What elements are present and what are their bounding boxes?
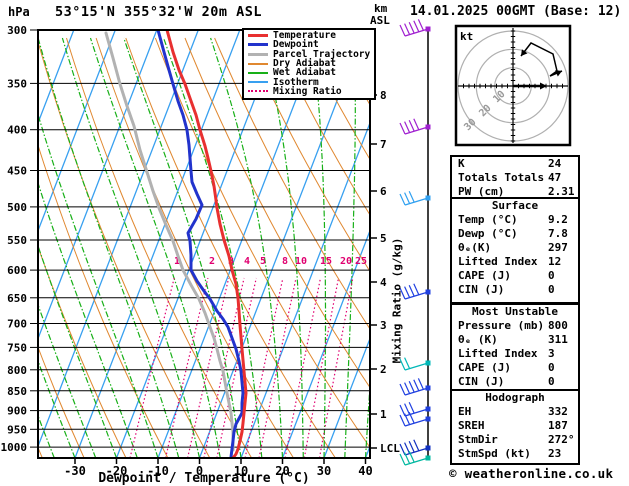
hodograph-table: Hodograph EH 332 SREH 187 StmDir 272° StmSp… <box>450 389 580 465</box>
indices-table: K 24 Totals Totals 47 PW (cm) 2.31 <box>450 155 580 201</box>
table-header: Most Unstable <box>471 305 559 318</box>
dewpoint-curve <box>156 30 245 458</box>
wind-barb <box>399 118 431 135</box>
table-header: Surface <box>491 199 539 212</box>
km-tick-label: 7 <box>380 138 387 151</box>
run-date-title: 14.01.2025 00GMT (Base: 12) <box>410 4 622 19</box>
temperature-line-swatch <box>248 34 268 38</box>
table-row: Lifted Index 3 <box>458 347 555 360</box>
table-row: Totals Totals 47 <box>458 171 562 184</box>
legend-item: Mixing Ratio <box>248 85 374 97</box>
pressure-axis-unit: hPa <box>8 5 30 19</box>
isotherm-line-swatch <box>248 81 268 84</box>
wind-barb <box>399 283 431 300</box>
pressure-tick-label: 700 <box>7 318 27 331</box>
mixing-ratio-label: 8 <box>282 256 288 267</box>
table-row: CAPE (J) 0 <box>458 361 555 374</box>
km-tick-label: 4 <box>380 276 387 289</box>
mixing-ratio-axis-title: Mixing Ratio (g/kg) <box>390 237 404 364</box>
pressure-tick-label: 850 <box>7 385 27 398</box>
station-title: 53°15'N 355°32'W 20m ASL <box>55 4 263 20</box>
wind-barb <box>399 411 431 427</box>
table-row: StmDir 272° <box>458 433 575 446</box>
sounding-screen: 300 350 400 450 500 550 600 650 700 750 800 850 900 9… <box>0 0 629 486</box>
table-row: CIN (J) 0 <box>458 375 555 388</box>
pressure-tick-label: 950 <box>7 423 27 436</box>
table-row: CIN (J) 0 <box>458 283 555 296</box>
table-row: Lifted Index 12 <box>458 255 562 268</box>
pressure-tick-label: 750 <box>7 341 27 354</box>
most-unstable-table: Most Unstable Pressure (mb) 800 θₑ (K) 311… <box>450 303 580 393</box>
pressure-tick-label: 450 <box>7 165 27 178</box>
km-tick-label: 5 <box>380 232 387 245</box>
km-tick-label: 6 <box>380 185 387 198</box>
asl-axis-unit: ASL <box>370 14 390 27</box>
mixing-ratio-label: 10 <box>295 256 307 267</box>
hodograph-panel: 102030kt <box>454 24 572 147</box>
km-tick-label: 1 <box>380 408 387 421</box>
table-row: θₑ(K) 297 <box>458 241 568 254</box>
table-row: θₑ (K) 311 <box>458 333 568 346</box>
dewpoint-line-swatch <box>248 43 268 47</box>
table-row: EH 332 <box>458 405 568 418</box>
pressure-tick-label: 500 <box>7 201 27 214</box>
mixing-ratio-line-swatch <box>248 90 268 93</box>
table-header: Hodograph <box>485 391 545 404</box>
pressure-tick-label: 300 <box>7 24 27 37</box>
parcel-line-swatch <box>248 52 268 56</box>
pressure-tick-label: 600 <box>7 264 27 277</box>
lcl-label: LCL <box>380 442 400 455</box>
mixing-ratio-label: 2 <box>209 256 215 267</box>
x-axis-title: Dewpoint / Temperature (°C) <box>98 471 310 486</box>
wind-barb <box>399 357 431 371</box>
mixing-ratio-label: 4 <box>244 256 250 267</box>
mixing-ratio-label: 15 <box>320 256 332 267</box>
km-tick-label: 8 <box>380 89 387 102</box>
table-row: K 24 <box>458 157 562 170</box>
hodograph-unit-label: kt <box>460 30 473 43</box>
wind-barb <box>399 378 431 396</box>
table-row: Temp (°C) 9.2 <box>458 213 568 226</box>
pressure-tick-label: 400 <box>7 124 27 137</box>
wind-barb <box>399 190 431 206</box>
wind-barb-column <box>399 19 431 466</box>
table-row: StmSpd (kt) 23 <box>458 447 562 460</box>
pressure-tick-label: 350 <box>7 77 27 90</box>
copyright: © weatheronline.co.uk <box>449 466 614 481</box>
km-tick-label: 2 <box>380 363 387 376</box>
pressure-tick-label: 800 <box>7 364 27 377</box>
surface-table: Surface Temp (°C) 9.2 Dewp (°C) 7.8 θₑ(K) 2… <box>450 197 580 304</box>
mixing-ratio-label: 25 <box>355 256 367 267</box>
chart-legend: Temperature Dewpoint Parcel Trajectory D… <box>242 28 376 101</box>
wind-barb <box>399 450 431 466</box>
wind-barb <box>399 19 431 37</box>
wet-adiabat-lines <box>38 37 370 458</box>
km-tick-label: 3 <box>380 319 387 332</box>
pressure-tick-label: 650 <box>7 292 27 305</box>
mixing-ratio-label: 20 <box>340 256 352 267</box>
dry-adiabat-line-swatch <box>248 62 268 65</box>
table-row: Pressure (mb) 800 <box>458 319 568 332</box>
wet-adiabat-line-swatch <box>248 71 268 74</box>
table-row: SREH 187 <box>458 419 568 432</box>
mixing-ratio-labels: 1 2 3 4 5 8 10 15 20 25 <box>174 256 367 267</box>
pressure-tick-label: 550 <box>7 234 27 247</box>
legend-label: Mixing Ratio <box>273 85 342 97</box>
pressure-tick-label: 1000 <box>1 441 28 454</box>
table-row: CAPE (J) 0 <box>458 269 555 282</box>
table-row: Dewp (°C) 7.8 <box>458 227 568 240</box>
pressure-tick-label: 900 <box>7 405 27 418</box>
mixing-ratio-label: 5 <box>260 256 266 267</box>
